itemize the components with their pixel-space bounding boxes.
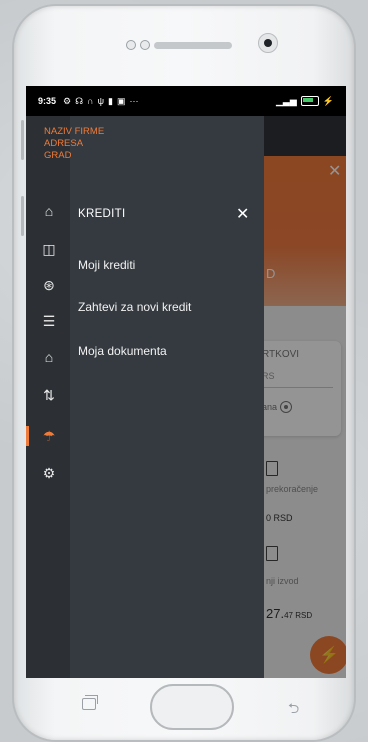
transfer-icon[interactable]: ⇅: [40, 386, 58, 404]
image-icon: ▣: [116, 95, 126, 106]
settings-icon[interactable]: ⚙: [40, 464, 58, 482]
volume-button: [21, 120, 24, 160]
submenu-panel: KREDITI ✕ Moji krediti Zahtevi za novi k…: [70, 116, 264, 678]
close-icon[interactable]: ✕: [236, 204, 249, 224]
back-button[interactable]: ⮌: [288, 698, 299, 722]
usb-icon: ψ: [97, 96, 104, 106]
speaker-grille: [154, 42, 232, 49]
nfc-icon: ▮: [107, 95, 113, 106]
card-stack-icon[interactable]: ☰: [40, 312, 58, 330]
signal-icon: ▁▃▅: [276, 95, 297, 106]
home-button[interactable]: [150, 684, 234, 730]
icon-rail: ⌂ ◫ ⊛ ☰ ⌂ ⇅ ☂ ⚙: [26, 116, 70, 678]
company-info: NAZIV FIRME ADRESA GRAD: [44, 126, 104, 162]
sensor-dots: [126, 40, 150, 50]
phone-screen: ✕ D RTKOVI RS ana prekoračenje 0 RSD nji…: [26, 86, 346, 678]
more-notifications: ···: [129, 96, 139, 106]
recent-apps-button[interactable]: [82, 695, 98, 710]
battery-icon: [300, 96, 319, 106]
gear-icon: ⚙: [63, 95, 72, 106]
active-indicator: [26, 426, 29, 446]
front-camera: [258, 33, 278, 53]
charging-icon: ⚡: [322, 95, 334, 106]
headset-icon: ∩: [87, 96, 94, 106]
wallet-icon[interactable]: ◫: [40, 240, 58, 258]
coins-icon[interactable]: ⊛: [40, 276, 58, 294]
company-name: NAZIV FIRME: [44, 126, 105, 137]
submenu-title: KREDITI: [78, 208, 126, 220]
status-time: 9:35: [38, 96, 57, 106]
menu-item-moja-dokumenta[interactable]: Moja dokumenta: [78, 344, 167, 358]
loan-icon[interactable]: ☂: [40, 427, 58, 445]
company-city: GRAD: [44, 150, 72, 161]
company-address: ADRESA: [44, 138, 84, 149]
navigation-drawer: ⌂ ◫ ⊛ ☰ ⌂ ⇅ ☂ ⚙ NAZIV FIRME ADRESA GRAD …: [26, 116, 264, 678]
menu-item-moji-krediti[interactable]: Moji krediti: [78, 258, 135, 272]
home-icon[interactable]: ⌂: [40, 202, 58, 220]
bank-icon[interactable]: ⌂: [40, 348, 58, 366]
headphones-icon: ☊: [75, 95, 84, 106]
menu-item-novi-kredit[interactable]: Zahtevi za novi kredit: [78, 300, 191, 314]
power-button: [21, 196, 24, 236]
status-bar: 9:35 ⚙ ☊ ∩ ψ ▮ ▣ ··· ▁▃▅ ⚡: [26, 86, 346, 116]
